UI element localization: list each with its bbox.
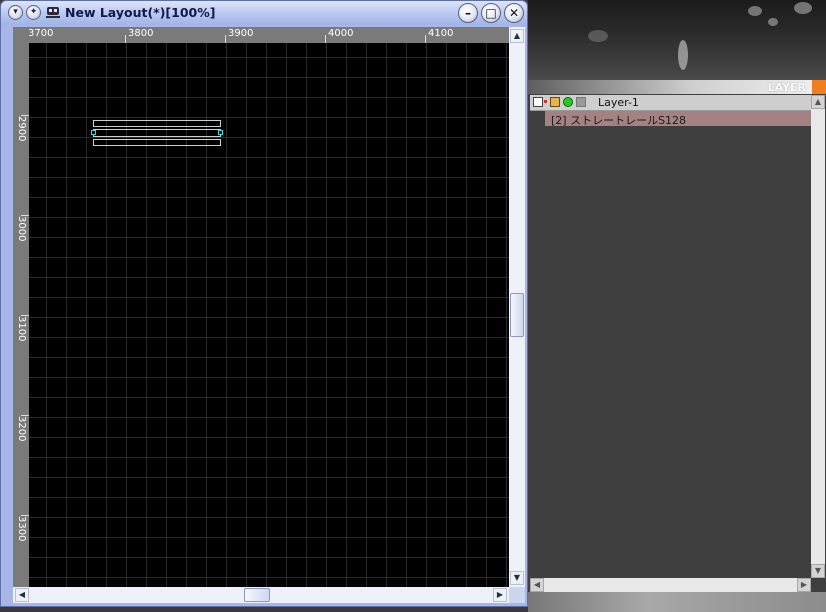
desktop-background [528,0,826,80]
ruler-left-label: 3000 [16,216,27,242]
scroll-down-icon[interactable]: ▼ [811,564,825,578]
straight-rail-piece[interactable] [91,120,223,146]
ruler-left-label: 2900 [16,116,27,142]
layer-item-label: [2] ストレートレールS128 [551,114,687,127]
layout-canvas[interactable] [29,43,509,587]
layer-checkbox[interactable] [533,97,543,107]
minimize-icon[interactable]: – [458,3,478,23]
layer-name: Layer-1 [598,96,639,109]
ruler-top-label: 4000 [328,28,354,39]
close-icon[interactable]: ✕ [504,3,524,23]
vertical-scrollbar[interactable]: ▲ ▼ [509,27,525,587]
layer-item-row[interactable]: [2] ストレートレールS128 [545,111,811,127]
layer-panel-title: LAYER [767,81,806,94]
train-icon [46,7,60,18]
scroll-corner [509,587,525,603]
desktop-background-strip [528,592,826,612]
visibility-icon[interactable] [563,97,573,107]
rail-endpoint-handle[interactable] [218,130,223,135]
ruler-top-label: 3700 [28,28,54,39]
horizontal-scroll-thumb[interactable] [244,588,270,602]
layout-window: ▾ ✦ New Layout(*)[100%] – □ ✕ 00 3700 38… [0,0,528,607]
scroll-right-icon[interactable]: ▶ [797,578,811,592]
rail-line [93,120,221,127]
layer-panel-header[interactable]: LAYER [528,80,826,94]
rail-line [93,139,221,146]
ruler-top-label: 3900 [228,28,254,39]
ruler-tick [21,115,29,116]
scroll-right-icon[interactable]: ▶ [493,588,507,602]
ruler-top-label: 4100 [428,28,454,39]
title-bar[interactable]: ▾ ✦ New Layout(*)[100%] – □ ✕ [1,1,527,25]
scroll-left-icon[interactable]: ◀ [530,578,544,592]
ruler-tick [21,415,29,416]
ruler-tick [325,35,326,43]
scroll-up-icon[interactable]: ▲ [510,29,524,43]
horizontal-ruler: 00 3700 3800 3900 4000 4100 [13,27,509,43]
ruler-tick [125,35,126,43]
ruler-tick [21,215,29,216]
ruler-top-label: 3800 [128,28,154,39]
vertical-scroll-thumb[interactable] [510,293,524,337]
scroll-up-icon[interactable]: ▲ [811,95,825,109]
rail-endpoint-handle[interactable] [91,130,96,135]
horizontal-scrollbar[interactable]: ◀ ▶ [13,587,509,603]
rail-line [93,129,221,137]
ruler-tick [225,35,226,43]
ruler-left-label: 3200 [16,416,27,442]
layer-list: Layer-1 [2] ストレートレールS128 [530,95,811,578]
circle-down-icon[interactable]: ▾ [8,5,23,20]
color-swatch-icon[interactable] [576,97,586,107]
window-title: New Layout(*)[100%] [65,5,216,20]
ruler-left-label: 3300 [16,516,27,542]
scroll-down-icon[interactable]: ▼ [510,571,524,585]
scroll-left-icon[interactable]: ◀ [15,588,29,602]
layer-horizontal-scrollbar[interactable]: ◀ ▶ [530,578,811,592]
close-icon[interactable] [812,80,826,94]
layer-row[interactable]: Layer-1 [530,95,811,111]
ruler-tick [21,515,29,516]
ruler-left-label: 3100 [16,316,27,342]
lock-icon[interactable] [550,97,560,107]
layer-panel: LAYER Layer-1 [2] ストレートレールS128 ▲ ▼ ◀ ▶ [528,80,826,592]
pin-icon[interactable]: ✦ [26,5,41,20]
layer-vertical-scrollbar[interactable]: ▲ ▼ [811,95,825,578]
vertical-ruler: 2900 3000 3100 3200 3300 [13,27,29,587]
marker-icon [544,100,547,103]
ruler-tick [425,35,426,43]
maximize-icon[interactable]: □ [481,3,501,23]
ruler-tick [21,315,29,316]
